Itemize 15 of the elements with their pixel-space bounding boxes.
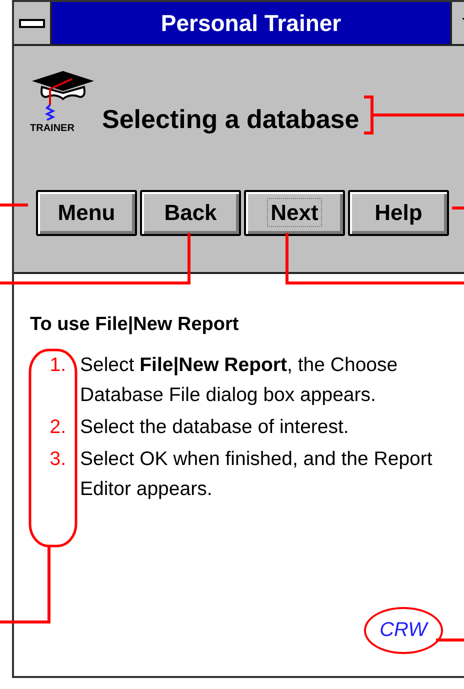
step-number: 2. — [48, 415, 67, 440]
step-number: 3. — [48, 447, 67, 472]
step-text: Select File|New Report, the Choose Database File dialog box appears. — [80, 353, 399, 408]
nav-button[interactable]: Next — [244, 190, 345, 236]
step-number: 1. — [48, 353, 67, 378]
nav-button[interactable]: Back — [140, 190, 241, 236]
step-text: Select OK when finished, and the Report Editor appears. — [80, 447, 434, 502]
section-heading: To use File|New Report — [30, 314, 240, 336]
logo-label: TRAINER — [30, 123, 74, 134]
window-title: Personal Trainer — [52, 2, 450, 44]
nav-button[interactable]: Help — [348, 190, 449, 236]
nav-button[interactable]: Menu — [36, 190, 137, 236]
crw-badge: CRW — [364, 607, 443, 654]
step-text: Select the database of interest. — [80, 415, 350, 440]
topic-title: Selecting a database — [102, 104, 360, 134]
